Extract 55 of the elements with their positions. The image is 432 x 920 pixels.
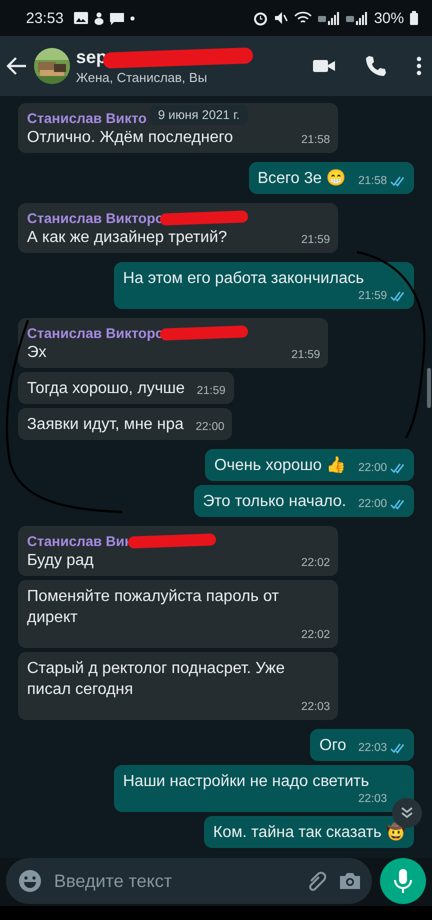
message-text: Ого	[319, 736, 346, 756]
sender-name: Станислав Викто	[27, 110, 147, 126]
chat-members: Жена, Станислав, Вы	[76, 70, 208, 85]
sender-name: Станислав Викторо	[27, 325, 164, 341]
message-time: 21:59	[291, 348, 320, 362]
message-time: 21:58	[301, 133, 330, 147]
message-time: 22:03	[358, 741, 387, 755]
mute-icon	[274, 11, 288, 25]
dot-icon	[130, 16, 135, 20]
signal-icon	[318, 11, 340, 25]
gallery-icon	[74, 12, 88, 24]
smiley-icon[interactable]	[18, 869, 42, 893]
message-input[interactable]: Введите текст	[52, 870, 294, 892]
message-text: Старый д ректолог поднасрет. Уже писал сегодня	[27, 659, 286, 700]
message-text: Буду рад	[27, 551, 94, 571]
sender-name: Станислав Викторо	[27, 210, 164, 226]
date-label: 9 июня 2021 г.	[150, 105, 248, 125]
message-time: 21:59	[301, 233, 330, 247]
phone-icon[interactable]	[364, 54, 388, 78]
signal-icon	[346, 11, 368, 25]
battery-level: 30%	[374, 10, 404, 26]
message-time: 22:00	[358, 497, 387, 511]
double-chevron-icon	[400, 806, 414, 820]
microphone-icon	[393, 868, 413, 894]
message-time: 21:59	[196, 384, 226, 398]
message-text: Наши настройки не надо светить	[123, 772, 370, 792]
alarm-icon	[252, 10, 268, 26]
figure-icon	[94, 12, 104, 24]
clock: 23:53	[26, 10, 64, 26]
more-options-icon[interactable]	[416, 54, 422, 78]
battery-icon	[410, 11, 418, 25]
message-time: 22:00	[196, 420, 224, 434]
message-text: Это только начало.	[202, 492, 346, 512]
message-icon	[110, 12, 124, 24]
wifi-icon	[294, 11, 312, 25]
message-time: 22:02	[301, 556, 330, 570]
message-text: Очень хорошо 👍	[214, 455, 346, 476]
message-text: Тогда хорошо, лучше	[27, 379, 185, 399]
back-arrow-icon[interactable]	[6, 55, 28, 77]
message-time: 21:58	[358, 174, 387, 188]
message-text: На этом его работа закончилась	[123, 269, 364, 289]
message-time: 21:59	[358, 289, 387, 303]
message-text: Заявки идут, мне нра	[27, 415, 184, 435]
message-text: Всего 3е 😁	[258, 168, 346, 189]
scrollbar-thumb[interactable]	[427, 368, 431, 408]
message-text: Эх	[27, 343, 46, 363]
message-time: 22:03	[358, 792, 387, 806]
message-time: 22:00	[358, 461, 387, 475]
message-text: Поменяйте пожалуйста пароль от директ	[27, 587, 280, 628]
message-text: Отлично. Ждём последнего	[27, 128, 234, 148]
message-input-field[interactable]: Введите текст	[6, 858, 372, 904]
microphone-button[interactable]	[380, 858, 426, 904]
message-time: 22:03	[301, 700, 330, 714]
message-text: А как же дизайнер третий?	[27, 228, 228, 248]
message-time: 22:02	[301, 628, 330, 642]
